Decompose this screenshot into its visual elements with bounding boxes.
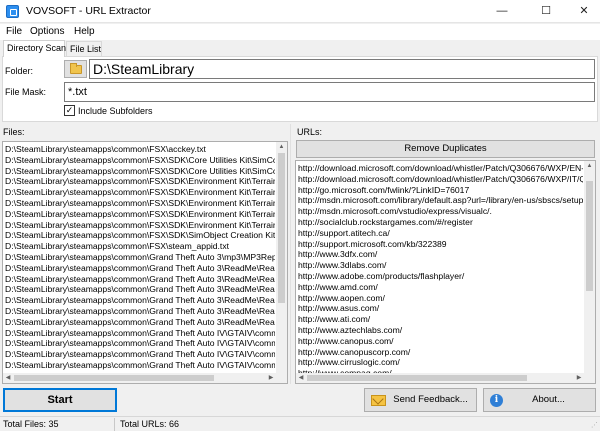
info-icon: i: [490, 394, 503, 407]
file-list-item[interactable]: D:\SteamLibrary\steamapps\common\Grand T…: [5, 360, 275, 371]
scroll-right-icon[interactable]: ▶: [266, 373, 276, 383]
close-button[interactable]: ✕: [568, 0, 600, 23]
scroll-up-icon[interactable]: ▲: [276, 142, 287, 152]
file-list-item[interactable]: D:\SteamLibrary\steamapps\common\Grand T…: [5, 306, 275, 317]
url-list-item[interactable]: http://www.canopuscorp.com/: [298, 347, 583, 358]
status-bar: Total Files: 35 Total URLs: 66 ⋰: [0, 416, 600, 431]
menu-bar: File Options Help: [0, 24, 600, 40]
panel-splitter[interactable]: [290, 124, 291, 384]
scroll-thumb[interactable]: [14, 375, 214, 381]
file-list-item[interactable]: D:\SteamLibrary\steamapps\common\Grand T…: [5, 295, 275, 306]
scroll-left-icon[interactable]: ◀: [3, 373, 13, 383]
url-list-item[interactable]: http://download.microsoft.com/download/w…: [298, 163, 583, 174]
urls-label: URLs:: [297, 127, 323, 137]
minimize-button[interactable]: —: [486, 0, 518, 23]
url-list-item[interactable]: http://www.3dlabs.com/: [298, 260, 583, 271]
file-list-item[interactable]: D:\SteamLibrary\steamapps\common\FSX\SDK…: [5, 166, 275, 177]
send-feedback-label: Send Feedback...: [393, 394, 468, 405]
url-list-item[interactable]: http://www.cirruslogic.com/: [298, 357, 583, 368]
files-label: Files:: [3, 127, 25, 137]
url-list-item[interactable]: http://www.3dfx.com/: [298, 249, 583, 260]
urls-vertical-scrollbar[interactable]: ▲ ▼: [584, 161, 595, 383]
about-label: About...: [532, 394, 565, 405]
file-mask-input[interactable]: [64, 82, 595, 102]
urls-listbox[interactable]: http://download.microsoft.com/download/w…: [295, 160, 596, 384]
total-urls-status: Total URLs: 66: [120, 419, 180, 429]
scrollbar-corner: [584, 373, 595, 383]
file-list-item[interactable]: D:\SteamLibrary\steamapps\common\FSX\SDK…: [5, 220, 275, 231]
files-vertical-scrollbar[interactable]: ▲ ▼: [276, 142, 287, 383]
file-list-item[interactable]: D:\SteamLibrary\steamapps\common\Grand T…: [5, 317, 275, 328]
scroll-up-icon[interactable]: ▲: [584, 161, 595, 171]
scroll-thumb[interactable]: [586, 181, 593, 291]
folder-input[interactable]: [89, 59, 595, 79]
urls-horizontal-scrollbar[interactable]: ◀ ▶: [296, 373, 584, 383]
url-list-item[interactable]: http://www.amd.com/: [298, 282, 583, 293]
tab-directory-scan[interactable]: Directory Scan: [3, 40, 66, 57]
start-button[interactable]: Start: [3, 388, 117, 412]
url-list-item[interactable]: http://www.asus.com/: [298, 303, 583, 314]
file-list-item[interactable]: D:\SteamLibrary\steamapps\common\FSX\acc…: [5, 144, 275, 155]
urls-rows: http://download.microsoft.com/download/w…: [298, 163, 583, 373]
app-icon: [6, 5, 19, 18]
url-list-item[interactable]: http://msdn.microsoft.com/library/defaul…: [298, 195, 583, 206]
envelope-icon: [371, 395, 386, 406]
folder-icon: [70, 63, 82, 74]
url-list-item[interactable]: http://www.adobe.com/products/flashplaye…: [298, 271, 583, 282]
maximize-button[interactable]: ☐: [530, 0, 562, 23]
file-list-item[interactable]: D:\SteamLibrary\steamapps\common\Grand T…: [5, 274, 275, 285]
files-listbox[interactable]: D:\SteamLibrary\steamapps\common\FSX\acc…: [2, 141, 288, 384]
status-separator: [114, 418, 115, 431]
total-files-status: Total Files: 35: [3, 419, 59, 429]
file-list-item[interactable]: D:\SteamLibrary\steamapps\common\Grand T…: [5, 252, 275, 263]
file-list-item[interactable]: D:\SteamLibrary\steamapps\common\FSX\SDK…: [5, 230, 275, 241]
about-button[interactable]: i About...: [483, 388, 596, 412]
include-subfolders-label[interactable]: Include Subfolders: [78, 106, 153, 116]
url-list-item[interactable]: http://download.microsoft.com/download/w…: [298, 174, 583, 185]
url-list-item[interactable]: http://support.atitech.ca/: [298, 228, 583, 239]
file-list-item[interactable]: D:\SteamLibrary\steamapps\common\Grand T…: [5, 284, 275, 295]
send-feedback-button[interactable]: Send Feedback...: [364, 388, 477, 412]
tab-file-list[interactable]: File List: [66, 41, 102, 56]
file-list-item[interactable]: D:\SteamLibrary\steamapps\common\Grand T…: [5, 263, 275, 274]
browse-folder-button[interactable]: [64, 60, 87, 78]
url-list-item[interactable]: http://go.microsoft.com/fwlink/?LinkID=7…: [298, 185, 583, 196]
scroll-right-icon[interactable]: ▶: [574, 373, 584, 383]
menu-options[interactable]: Options: [30, 26, 64, 37]
menu-help[interactable]: Help: [74, 26, 95, 37]
url-list-item[interactable]: http://support.microsoft.com/kb/322389: [298, 239, 583, 250]
scroll-thumb[interactable]: [278, 153, 285, 303]
include-subfolders-checkbox[interactable]: ✓: [64, 105, 75, 116]
url-list-item[interactable]: http://www.ati.com/: [298, 314, 583, 325]
file-list-item[interactable]: D:\SteamLibrary\steamapps\common\FSX\SDK…: [5, 187, 275, 198]
scroll-thumb[interactable]: [307, 375, 527, 381]
url-list-item[interactable]: http://www.aztechlabs.com/: [298, 325, 583, 336]
file-list-item[interactable]: D:\SteamLibrary\steamapps\common\FSX\ste…: [5, 241, 275, 252]
folder-label: Folder:: [5, 66, 34, 76]
url-list-item[interactable]: http://www.aopen.com/: [298, 293, 583, 304]
window-title: VOVSOFT - URL Extractor: [26, 5, 151, 17]
file-list-item[interactable]: D:\SteamLibrary\steamapps\common\FSX\SDK…: [5, 209, 275, 220]
title-bar: VOVSOFT - URL Extractor — ☐ ✕: [0, 0, 600, 23]
files-horizontal-scrollbar[interactable]: ◀ ▶: [3, 373, 276, 383]
scrollbar-corner: [276, 373, 287, 383]
scroll-left-icon[interactable]: ◀: [296, 373, 306, 383]
files-rows: D:\SteamLibrary\steamapps\common\FSX\acc…: [5, 144, 275, 373]
file-list-item[interactable]: D:\SteamLibrary\steamapps\common\Grand T…: [5, 328, 275, 339]
resize-grip-icon[interactable]: ⋰: [591, 422, 598, 429]
file-list-item[interactable]: D:\SteamLibrary\steamapps\common\Grand T…: [5, 338, 275, 349]
url-list-item[interactable]: http://socialclub.rockstargames.com/#/re…: [298, 217, 583, 228]
file-mask-label: File Mask:: [5, 87, 47, 97]
file-list-item[interactable]: D:\SteamLibrary\steamapps\common\FSX\SDK…: [5, 155, 275, 166]
url-list-item[interactable]: http://www.canopus.com/: [298, 336, 583, 347]
menu-file[interactable]: File: [6, 26, 22, 37]
url-list-item[interactable]: http://msdn.microsoft.com/vstudio/expres…: [298, 206, 583, 217]
file-list-item[interactable]: D:\SteamLibrary\steamapps\common\Grand T…: [5, 349, 275, 360]
remove-duplicates-button[interactable]: Remove Duplicates: [296, 140, 595, 158]
file-list-item[interactable]: D:\SteamLibrary\steamapps\common\FSX\SDK…: [5, 176, 275, 187]
file-list-item[interactable]: D:\SteamLibrary\steamapps\common\FSX\SDK…: [5, 198, 275, 209]
